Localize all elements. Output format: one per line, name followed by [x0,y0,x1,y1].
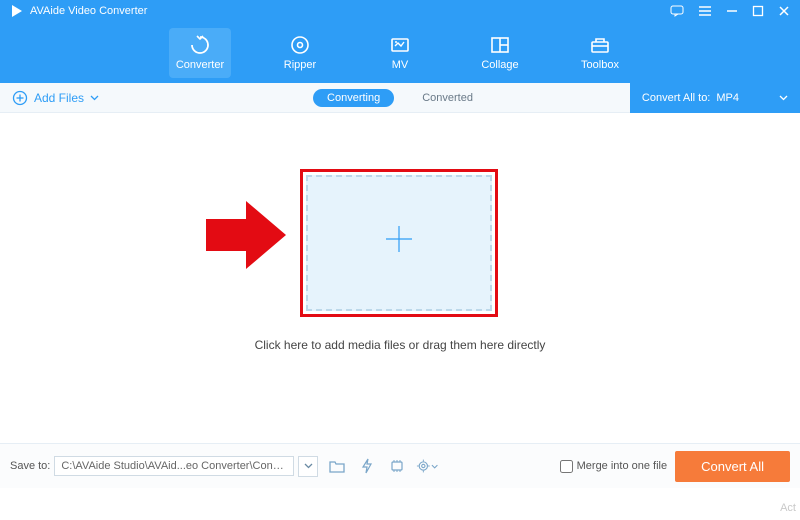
mv-icon [389,34,411,56]
merge-checkbox-row[interactable]: Merge into one file [560,460,668,473]
nav-label: Converter [176,59,224,71]
save-to-dropdown[interactable] [298,456,318,477]
close-button[interactable] [778,5,790,17]
dropzone-hint: Click here to add media files or drag th… [0,338,800,352]
save-to-label: Save to: [10,460,50,472]
merge-checkbox[interactable] [560,460,573,473]
app-title: AVAide Video Converter [30,5,147,17]
nav-converter[interactable]: Converter [169,28,231,78]
plus-circle-icon [12,90,28,106]
gpu-button[interactable] [386,456,408,477]
open-folder-button[interactable] [326,456,348,477]
nav-label: Collage [481,59,518,71]
add-files-label: Add Files [34,91,84,105]
convert-all-value: MP4 [716,92,739,104]
add-media-dropzone[interactable] [306,175,492,311]
arrow-annotation-icon [206,201,286,274]
plus-icon [380,220,418,267]
tab-converting[interactable]: Converting [313,89,394,107]
main-area: Click here to add media files or drag th… [0,113,800,443]
nav-label: Ripper [284,59,316,71]
nav-ripper[interactable]: Ripper [269,28,331,78]
chevron-down-icon [90,95,99,101]
nav-toolbox[interactable]: Toolbox [569,28,631,78]
nav-label: MV [392,59,409,71]
dropzone-highlight [300,169,498,317]
feedback-icon[interactable] [670,5,684,17]
save-to-path[interactable]: C:\AVAide Studio\AVAid...eo Converter\Co… [54,456,294,476]
chevron-down-icon [431,464,438,469]
convert-all-label: Convert All to: [642,92,710,104]
convert-all-to-selector[interactable]: Convert All to: MP4 [630,83,800,113]
minimize-button[interactable] [726,5,738,17]
bottom-bar: Save to: C:\AVAide Studio\AVAid...eo Con… [0,443,800,488]
nav-label: Toolbox [581,59,619,71]
tab-converted[interactable]: Converted [408,89,487,107]
convert-all-button[interactable]: Convert All [675,451,790,482]
ripper-icon [289,34,311,56]
nav-collage[interactable]: Collage [469,28,531,78]
converter-icon [189,34,211,56]
add-files-button[interactable]: Add Files [12,90,99,106]
collage-icon [489,34,511,56]
main-nav: Converter Ripper MV Collage Toolbox [0,22,800,83]
settings-button[interactable] [416,456,438,477]
chevron-down-icon [304,463,313,469]
watermark-text: Act [780,502,796,514]
menu-icon[interactable] [698,5,712,17]
subbar: Add Files Converting Converted Convert A… [0,83,800,113]
merge-label: Merge into one file [577,460,668,472]
chevron-down-icon [779,95,788,101]
toolbox-icon [589,34,611,56]
lightning-button[interactable] [356,456,378,477]
titlebar: AVAide Video Converter [0,0,800,22]
maximize-button[interactable] [752,5,764,17]
app-logo-icon [10,4,24,18]
nav-mv[interactable]: MV [369,28,431,78]
